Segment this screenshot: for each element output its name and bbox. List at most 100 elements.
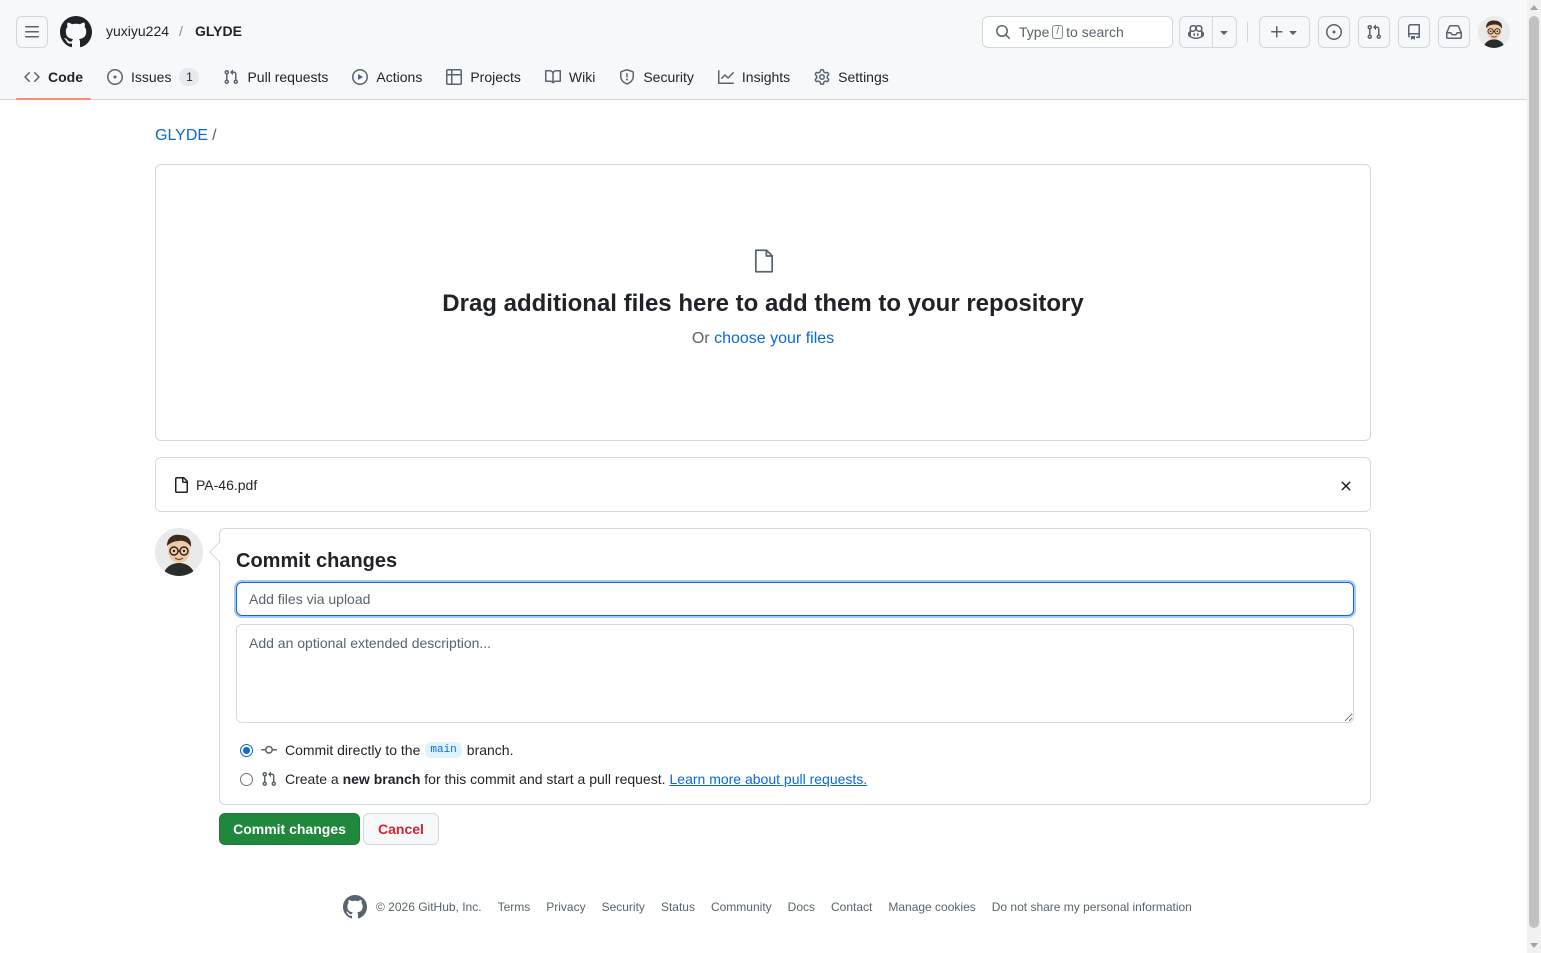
repo-icon [1408, 24, 1420, 40]
page-scrollbar[interactable] [1527, 0, 1541, 953]
uploaded-file-row: PA-46.pdf [155, 457, 1371, 512]
inbox-button[interactable] [1438, 16, 1470, 48]
graph-icon [717, 70, 734, 84]
commit-new-prefix: Create a [285, 771, 339, 787]
code-icon [24, 71, 40, 83]
branch-name-badge: main [425, 742, 462, 758]
footer-link-status[interactable]: Status [661, 900, 695, 914]
footer-link-privacy[interactable]: Privacy [546, 900, 585, 914]
tab-label: Actions [376, 69, 423, 85]
issues-button[interactable] [1318, 16, 1350, 48]
commit-new-branch-option[interactable]: Create a new branch for this commit and … [236, 771, 867, 787]
play-icon [352, 69, 369, 85]
git-pull-request-icon [1367, 24, 1382, 40]
tab-issues[interactable]: Issues 1 [99, 60, 207, 94]
footer-link-manage-cookies[interactable]: Manage cookies [888, 900, 975, 914]
copilot-button[interactable] [1179, 16, 1237, 48]
breadcrumb-repo-link[interactable]: GLYDE [155, 127, 208, 144]
commit-heading: Commit changes [236, 550, 398, 572]
breadcrumb-separator: / [179, 23, 183, 39]
tab-projects[interactable]: Projects [438, 60, 529, 94]
scroll-up-arrow-icon[interactable] [1530, 5, 1538, 10]
search-suffix-text: to search [1066, 24, 1124, 40]
tab-label: Projects [470, 69, 521, 85]
issue-opened-icon [107, 69, 123, 85]
commit-summary-input[interactable] [236, 582, 1354, 616]
footer-link-terms[interactable]: Terms [498, 900, 531, 914]
commit-direct-suffix: branch. [466, 742, 514, 758]
commit-direct-radio[interactable] [240, 743, 253, 757]
repo-link[interactable]: GLYDE [195, 23, 242, 39]
tab-actions[interactable]: Actions [344, 60, 430, 94]
file-dropzone[interactable]: Drag additional files here to add them t… [155, 164, 1371, 441]
commit-changes-button[interactable]: Commit changes [219, 813, 360, 845]
tab-insights[interactable]: Insights [710, 60, 798, 94]
commit-new-suffix: for this commit and start a pull request… [424, 771, 666, 787]
triangle-down-icon [1288, 31, 1297, 35]
hamburger-menu-button[interactable] [16, 16, 48, 48]
avatar-illustration [1478, 16, 1510, 48]
search-icon [996, 25, 1011, 40]
create-new-button[interactable] [1259, 16, 1310, 48]
repo-nav: Code Issues 1 Pull requests Actions Proj… [16, 60, 905, 100]
page-footer: © 2026 GitHub, Inc. Terms Privacy Securi… [343, 895, 1208, 919]
scroll-down-arrow-icon[interactable] [1530, 943, 1538, 948]
avatar-illustration [155, 528, 203, 576]
github-logo-icon[interactable] [343, 895, 367, 919]
tab-label: Issues [131, 69, 172, 85]
search-input[interactable]: Type / to search [982, 16, 1173, 48]
tab-code[interactable]: Code [16, 60, 91, 100]
choose-files-link[interactable]: choose your files [714, 330, 834, 347]
triangle-down-icon [1220, 31, 1228, 35]
footer-link-do-not-share[interactable]: Do not share my personal information [992, 900, 1192, 914]
footer-link-community[interactable]: Community [711, 900, 772, 914]
user-avatar[interactable] [1478, 16, 1510, 48]
commit-new-branch-radio[interactable] [240, 772, 253, 786]
breadcrumb: GLYDE / [155, 127, 217, 145]
tab-label: Wiki [568, 69, 596, 85]
footer-link-security[interactable]: Security [602, 900, 645, 914]
tab-wiki[interactable]: Wiki [537, 60, 603, 94]
dropzone-subtitle: Or choose your files [156, 330, 1370, 348]
commit-description-input[interactable] [236, 624, 1354, 723]
tab-label: Settings [838, 69, 889, 85]
close-icon[interactable] [1338, 478, 1354, 494]
issues-count-badge: 1 [179, 68, 200, 86]
commit-direct-option[interactable]: Commit directly to the main branch. [236, 742, 513, 758]
tab-label: Security [643, 69, 694, 85]
issue-opened-icon [1326, 24, 1342, 40]
git-pull-request-icon [262, 771, 277, 787]
file-icon [754, 249, 774, 273]
dropzone-title: Drag additional files here to add them t… [442, 290, 1084, 317]
tab-security[interactable]: Security [611, 60, 702, 94]
table-icon [446, 69, 463, 85]
header-divider [1247, 22, 1248, 42]
search-shortcut-key: / [1052, 25, 1064, 39]
owner-link[interactable]: yuxiyu224 [106, 23, 169, 39]
copilot-icon [1188, 24, 1204, 40]
footer-link-contact[interactable]: Contact [831, 900, 872, 914]
repositories-button[interactable] [1398, 16, 1430, 48]
scrollbar-thumb[interactable] [1529, 16, 1539, 928]
tab-label: Insights [741, 69, 791, 85]
cancel-button[interactable]: Cancel [363, 813, 439, 845]
tab-label: Pull requests [247, 69, 329, 85]
uploaded-file-name: PA-46.pdf [196, 477, 258, 493]
global-header: yuxiyu224 / GLYDE Type / to search Code … [0, 0, 1527, 100]
github-logo-icon[interactable] [60, 16, 92, 48]
git-pull-request-icon [224, 69, 239, 85]
plus-icon [1270, 26, 1282, 38]
dropzone-or-text: Or [691, 330, 710, 347]
commit-author-avatar [155, 528, 203, 576]
book-icon [544, 69, 561, 84]
git-commit-icon [261, 745, 277, 754]
learn-more-pull-requests-link[interactable]: Learn more about pull requests. [670, 771, 868, 787]
footer-link-docs[interactable]: Docs [788, 900, 815, 914]
tab-settings[interactable]: Settings [806, 60, 897, 94]
commit-new-bold: new branch [342, 771, 421, 787]
commit-form: Commit changes Commit directly to the ma… [209, 528, 1371, 805]
tab-pull-requests[interactable]: Pull requests [215, 60, 336, 94]
shield-icon [620, 69, 635, 85]
gear-icon [814, 69, 830, 85]
pull-requests-button[interactable] [1358, 16, 1390, 48]
